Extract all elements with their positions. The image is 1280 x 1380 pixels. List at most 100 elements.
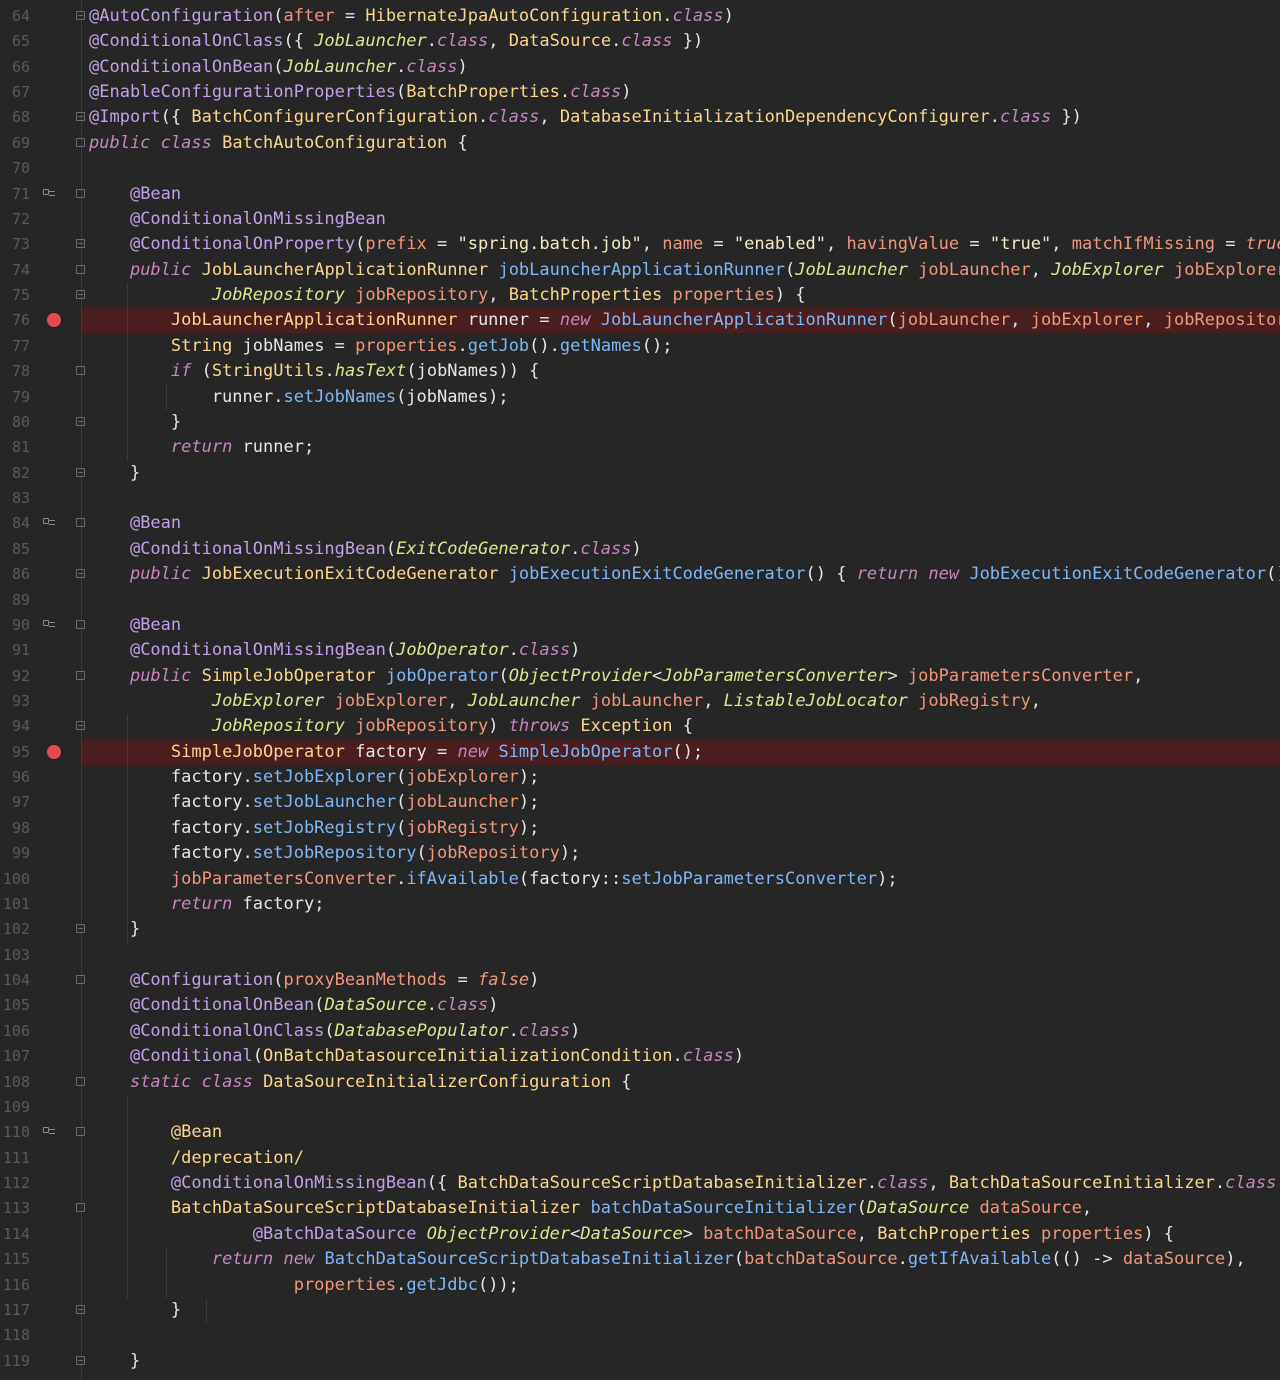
- code-text[interactable]: }: [82, 461, 1280, 486]
- line-number[interactable]: 77: [0, 334, 30, 359]
- line-number[interactable]: 94: [0, 714, 30, 739]
- code-line[interactable]: 101 return factory;: [0, 892, 1280, 917]
- code-line[interactable]: 114 @BatchDataSource ObjectProvider<Data…: [0, 1222, 1280, 1247]
- line-number[interactable]: 89: [0, 588, 30, 613]
- code-line[interactable]: 106 @ConditionalOnClass(DatabasePopulato…: [0, 1019, 1280, 1044]
- code-text[interactable]: [82, 486, 1280, 511]
- code-text[interactable]: /deprecation/: [82, 1146, 1280, 1171]
- code-line[interactable]: 90 @Bean: [0, 613, 1280, 638]
- line-number[interactable]: 72: [0, 207, 30, 232]
- code-text[interactable]: public class BatchAutoConfiguration {: [82, 131, 1280, 156]
- code-line[interactable]: 68 @Import({ BatchConfigurerConfiguration…: [0, 105, 1280, 130]
- line-number[interactable]: 66: [0, 55, 30, 80]
- line-number[interactable]: 79: [0, 385, 30, 410]
- line-number[interactable]: 100: [0, 867, 30, 892]
- line-number[interactable]: 97: [0, 790, 30, 815]
- code-text[interactable]: }: [82, 1298, 1280, 1323]
- line-number[interactable]: 99: [0, 841, 30, 866]
- code-text[interactable]: JobExplorer jobExplorer, JobLauncher job…: [82, 689, 1280, 714]
- line-number[interactable]: 74: [0, 258, 30, 283]
- line-number[interactable]: 96: [0, 765, 30, 790]
- code-text[interactable]: public JobExecutionExitCodeGenerator job…: [82, 562, 1280, 587]
- breakpoint-icon[interactable]: [47, 313, 61, 328]
- code-text[interactable]: if (StringUtils.hasText(jobNames)) {: [82, 359, 1280, 384]
- line-number[interactable]: 75: [0, 283, 30, 308]
- code-text[interactable]: factory.setJobLauncher(jobLauncher);: [82, 790, 1280, 815]
- code-text[interactable]: JobRepository jobRepository) throws Exce…: [82, 714, 1280, 739]
- code-line[interactable]: 69 public class BatchAutoConfiguration {: [0, 131, 1280, 156]
- line-number[interactable]: 65: [0, 29, 30, 54]
- code-text[interactable]: @ConditionalOnMissingBean(JobOperator.cl…: [82, 638, 1280, 663]
- code-text[interactable]: @Bean: [82, 511, 1280, 536]
- code-text[interactable]: @Bean: [82, 613, 1280, 638]
- code-line[interactable]: 115 return new BatchDataSourceScriptData…: [0, 1247, 1280, 1272]
- line-number[interactable]: 111: [0, 1146, 30, 1171]
- code-line[interactable]: 117 }: [0, 1298, 1280, 1323]
- code-text[interactable]: JobLauncherApplicationRunner runner = ne…: [82, 308, 1280, 334]
- line-number[interactable]: 69: [0, 131, 30, 156]
- line-number[interactable]: 71: [0, 182, 30, 207]
- code-text[interactable]: static class DataSourceInitializerConfig…: [82, 1070, 1280, 1095]
- code-text[interactable]: }: [82, 1349, 1280, 1374]
- breakpoint-icon[interactable]: [47, 744, 61, 759]
- code-line[interactable]: 74 public JobLauncherApplicationRunner j…: [0, 258, 1280, 283]
- line-number[interactable]: 101: [0, 892, 30, 917]
- code-text[interactable]: }: [82, 410, 1280, 435]
- code-text[interactable]: [82, 943, 1280, 968]
- code-text[interactable]: return runner;: [82, 435, 1280, 460]
- line-number[interactable]: 91: [0, 638, 30, 663]
- code-text[interactable]: @ConditionalOnClass({ JobLauncher.class,…: [82, 29, 1280, 54]
- code-line[interactable]: 71 @Bean: [0, 182, 1280, 207]
- line-number[interactable]: 117: [0, 1298, 30, 1323]
- line-number[interactable]: 67: [0, 80, 30, 105]
- code-text[interactable]: @Bean: [82, 1120, 1280, 1145]
- line-number[interactable]: 112: [0, 1171, 30, 1196]
- code-line[interactable]: 107 @Conditional(OnBatchDatasourceInitia…: [0, 1044, 1280, 1069]
- code-line[interactable]: 66 @ConditionalOnBean(JobLauncher.class): [0, 55, 1280, 80]
- code-line[interactable]: 78 if (StringUtils.hasText(jobNames)) {: [0, 359, 1280, 384]
- code-line[interactable]: 89: [0, 588, 1280, 613]
- line-number[interactable]: 82: [0, 461, 30, 486]
- line-number[interactable]: 76: [0, 308, 30, 333]
- line-number[interactable]: 108: [0, 1070, 30, 1095]
- code-text[interactable]: @BatchDataSource ObjectProvider<DataSour…: [82, 1222, 1280, 1247]
- line-number[interactable]: 114: [0, 1222, 30, 1247]
- code-line[interactable]: 83: [0, 486, 1280, 511]
- code-line[interactable]: 65 @ConditionalOnClass({ JobLauncher.clas…: [0, 29, 1280, 54]
- code-text[interactable]: @ConditionalOnMissingBean({ BatchDataSou…: [82, 1171, 1280, 1196]
- code-line[interactable]: 104 @Configuration(proxyBeanMethods = fa…: [0, 968, 1280, 993]
- code-line[interactable]: 97 factory.setJobLauncher(jobLauncher);: [0, 790, 1280, 815]
- line-number[interactable]: 92: [0, 664, 30, 689]
- line-number[interactable]: 119: [0, 1349, 30, 1374]
- code-line[interactable]: 109: [0, 1095, 1280, 1120]
- line-number[interactable]: 116: [0, 1273, 30, 1298]
- code-text[interactable]: @Import({ BatchConfigurerConfiguration.c…: [82, 105, 1280, 130]
- code-line[interactable]: 94 JobRepository jobRepository) throws E…: [0, 714, 1280, 739]
- code-line[interactable]: 70: [0, 156, 1280, 181]
- code-line[interactable]: 75 JobRepository jobRepository, BatchPro…: [0, 283, 1280, 308]
- code-text[interactable]: [82, 588, 1280, 613]
- code-text[interactable]: }: [82, 917, 1280, 942]
- bean-icon[interactable]: [43, 187, 55, 199]
- line-number[interactable]: 70: [0, 156, 30, 181]
- code-text[interactable]: public JobLauncherApplicationRunner jobL…: [82, 258, 1280, 283]
- code-line[interactable]: 86 public JobExecutionExitCodeGenerator …: [0, 562, 1280, 587]
- line-number[interactable]: 106: [0, 1019, 30, 1044]
- code-text[interactable]: runner.setJobNames(jobNames);: [82, 385, 1280, 410]
- code-text[interactable]: JobRepository jobRepository, BatchProper…: [82, 283, 1280, 308]
- line-number[interactable]: 102: [0, 917, 30, 942]
- code-line[interactable]: 95 SimpleJobOperator factory = new Simpl…: [0, 739, 1280, 765]
- code-text[interactable]: @ConditionalOnMissingBean(ExitCodeGenera…: [82, 537, 1280, 562]
- line-number[interactable]: 113: [0, 1196, 30, 1221]
- code-text[interactable]: @ConditionalOnBean(DataSource.class): [82, 993, 1280, 1018]
- code-line[interactable]: 67 @EnableConfigurationProperties(BatchPr…: [0, 80, 1280, 105]
- line-number[interactable]: 90: [0, 613, 30, 638]
- code-text[interactable]: factory.setJobRepository(jobRepository);: [82, 841, 1280, 866]
- code-line[interactable]: 93 JobExplorer jobExplorer, JobLauncher …: [0, 689, 1280, 714]
- code-text[interactable]: [82, 156, 1280, 181]
- code-text[interactable]: @Bean: [82, 182, 1280, 207]
- code-line[interactable]: 111 /deprecation/: [0, 1146, 1280, 1171]
- code-line[interactable]: 84 @Bean: [0, 511, 1280, 536]
- code-line[interactable]: 79 runner.setJobNames(jobNames);: [0, 385, 1280, 410]
- code-line[interactable]: 116 properties.getJdbc());: [0, 1273, 1280, 1298]
